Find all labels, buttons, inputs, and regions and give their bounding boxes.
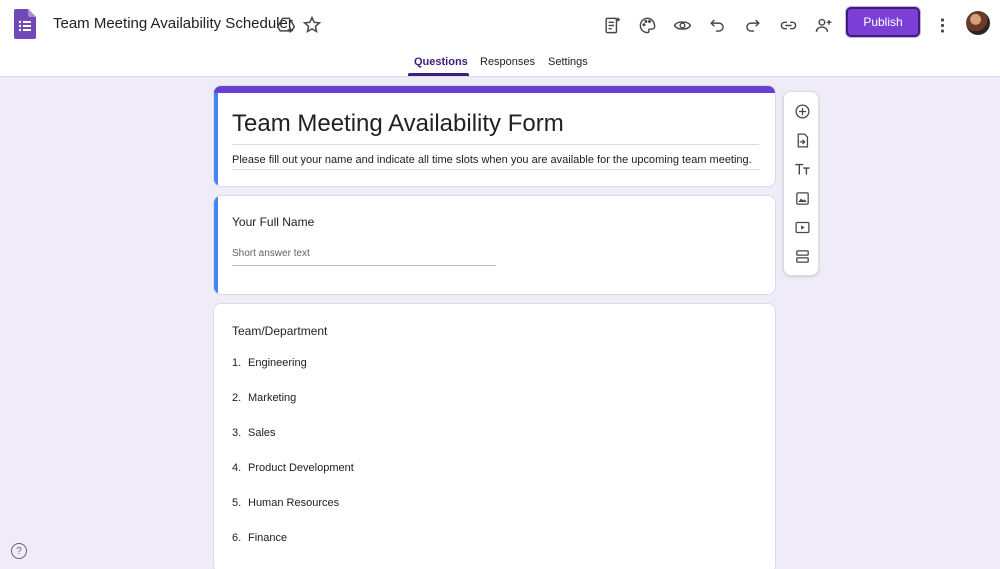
tab-responses[interactable]: Responses bbox=[480, 56, 535, 68]
question-title[interactable]: Your Full Name bbox=[232, 215, 314, 229]
add-collaborator-button[interactable] bbox=[810, 12, 836, 38]
addons-button[interactable] bbox=[599, 12, 625, 38]
import-questions-icon bbox=[797, 132, 808, 148]
theme-button[interactable] bbox=[634, 12, 660, 38]
add-section-button[interactable] bbox=[790, 244, 814, 268]
preview-icon bbox=[673, 20, 691, 30]
more-vert-icon bbox=[940, 17, 944, 33]
list-item[interactable]: 2. Marketing bbox=[232, 392, 296, 404]
copy-link-button[interactable] bbox=[775, 12, 801, 38]
link-icon bbox=[780, 21, 796, 29]
add-video-icon bbox=[794, 221, 810, 233]
star-icon[interactable] bbox=[302, 15, 322, 35]
form-description[interactable]: Please fill out your name and indicate a… bbox=[232, 154, 752, 166]
add-image-icon bbox=[795, 191, 809, 205]
active-tab-indicator bbox=[408, 73, 469, 76]
drive-add-icon[interactable] bbox=[276, 15, 296, 35]
question-card-team-department[interactable]: Team/Department 1. Engineering 2. Marketin… bbox=[213, 303, 776, 569]
question-title[interactable]: Team/Department bbox=[232, 324, 327, 338]
palette-icon bbox=[639, 17, 655, 33]
list-item[interactable]: 6. Finance bbox=[232, 532, 287, 544]
floating-toolbar bbox=[783, 91, 819, 276]
title-divider bbox=[232, 144, 759, 145]
add-collaborator-icon bbox=[815, 18, 831, 32]
add-question-button[interactable] bbox=[790, 99, 814, 123]
add-question-icon bbox=[794, 103, 810, 119]
add-video-button[interactable] bbox=[790, 215, 814, 239]
form-tabs: Questions Responses Settings bbox=[0, 50, 1000, 77]
undo-icon bbox=[709, 18, 724, 32]
redo-button[interactable] bbox=[739, 12, 765, 38]
add-title-icon bbox=[794, 163, 810, 174]
add-title-button[interactable] bbox=[790, 157, 814, 181]
add-section-icon bbox=[795, 249, 809, 263]
document-title[interactable]: Team Meeting Availability Scheduler bbox=[53, 15, 293, 32]
form-header-card[interactable]: Team Meeting Availability Form Please fi… bbox=[213, 85, 776, 187]
undo-button[interactable] bbox=[704, 12, 730, 38]
selected-indicator bbox=[214, 196, 218, 294]
list-item[interactable]: 4. Product Development bbox=[232, 462, 354, 474]
question-card-full-name[interactable]: Your Full Name Short answer text bbox=[213, 195, 776, 295]
preview-button[interactable] bbox=[669, 12, 695, 38]
list-item[interactable]: 3. Sales bbox=[232, 427, 276, 439]
short-answer-underline bbox=[232, 265, 496, 266]
account-avatar[interactable] bbox=[966, 11, 990, 35]
add-image-button[interactable] bbox=[790, 186, 814, 210]
publish-button[interactable]: Publish bbox=[846, 7, 920, 37]
short-answer-placeholder: Short answer text bbox=[232, 248, 310, 259]
tab-settings[interactable]: Settings bbox=[548, 56, 588, 68]
tab-questions[interactable]: Questions bbox=[414, 56, 468, 68]
more-options-button[interactable] bbox=[929, 12, 955, 38]
addons-icon bbox=[604, 17, 620, 33]
form-title[interactable]: Team Meeting Availability Form bbox=[232, 110, 564, 138]
description-divider bbox=[232, 169, 759, 170]
list-item[interactable]: 1. Engineering bbox=[232, 357, 307, 369]
selected-indicator bbox=[214, 93, 218, 186]
help-button[interactable]: ? bbox=[11, 543, 27, 559]
redo-icon bbox=[745, 18, 760, 32]
import-questions-button[interactable] bbox=[790, 128, 814, 152]
help-icon: ? bbox=[16, 545, 22, 557]
list-item[interactable]: 5. Human Resources bbox=[232, 497, 339, 509]
theme-color-band bbox=[214, 86, 775, 93]
forms-app-icon[interactable] bbox=[14, 9, 36, 39]
